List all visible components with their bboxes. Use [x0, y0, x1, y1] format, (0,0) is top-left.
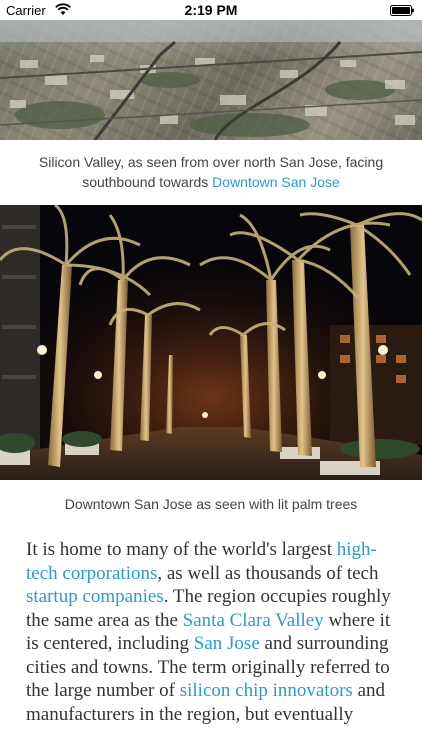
palm-trees-photo-art — [0, 205, 422, 480]
aerial-photo-art — [0, 20, 422, 140]
figure2-caption: Downtown San Jose as seen with lit palm … — [64, 496, 358, 512]
startup-companies-link[interactable]: startup companies — [26, 586, 164, 607]
silicon-chip-innovators-link[interactable]: silicon chip innovators — [180, 680, 353, 701]
battery-icon — [390, 5, 414, 16]
clock: 2:19 PM — [184, 2, 238, 18]
santa-clara-valley-link[interactable]: Santa Clara Valley — [183, 610, 324, 631]
figure1-caption: Silicon Valley, as seen from over north … — [20, 152, 402, 192]
status-bar: Carrier 2:19 PM — [0, 0, 422, 20]
aerial-photo[interactable] — [0, 20, 422, 140]
palm-trees-photo[interactable] — [0, 205, 422, 480]
downtown-san-jose-link[interactable]: Downtown San Jose — [212, 174, 340, 190]
san-jose-link[interactable]: San Jose — [194, 633, 260, 654]
article-text: It is home to many of the world's larges… — [26, 539, 337, 560]
article-text: , as well as thousands of tech — [157, 562, 379, 584]
article-paragraph: It is home to many of the world's larges… — [26, 538, 398, 726]
